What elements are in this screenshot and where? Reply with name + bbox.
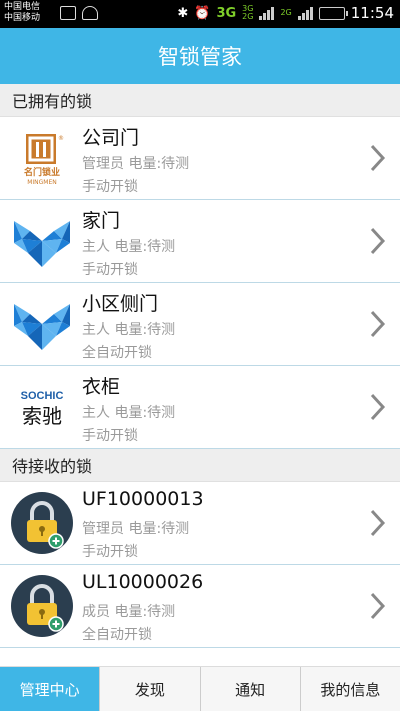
lock-name: UL10000026	[82, 571, 204, 593]
sochic-logo-icon: SOCHIC 索驰	[21, 390, 64, 428]
network-dual-label: 3G 2G	[242, 4, 254, 21]
padlock-add-icon	[11, 575, 73, 637]
mingmen-logo-cn: 名门锁业	[24, 166, 60, 178]
carrier-2: 中国移动	[4, 13, 41, 23]
owned-locks-label: 已拥有的锁	[12, 92, 93, 111]
chevron-right-icon	[370, 393, 386, 421]
lock-mode: 手动开锁	[82, 262, 138, 278]
signal-icon-1	[259, 6, 275, 20]
chevron-right-icon	[370, 227, 386, 255]
battery-icon	[318, 6, 348, 20]
lock-row-side-gate[interactable]: 小区侧门 主人 电量:待测 全自动开锁	[0, 283, 400, 366]
lock-mode: 手动开锁	[82, 179, 138, 195]
lock-row-company-door[interactable]: ® 名门锁业 MINGMEN 公司门 管理员 电量:待测 手动开锁	[0, 117, 400, 200]
carrier-labels: 中国电信 中国移动	[4, 2, 40, 24]
owned-locks-header: 已拥有的锁	[0, 84, 400, 117]
lock-meta: 管理员 电量:待测	[82, 156, 190, 172]
network-2g-label: 2G	[280, 8, 292, 17]
alarm-icon: ⏰	[194, 5, 211, 21]
clock: 11:54	[350, 4, 394, 22]
status-right: ✱ ⏰ 3G 3G 2G 2G 11:54	[177, 4, 394, 22]
pending-lock-row-ul10000026[interactable]: UL10000026 成员 电量:待测 全自动开锁	[0, 565, 400, 648]
lock-name: 家门	[82, 210, 121, 232]
title-bar: 智锁管家	[0, 28, 400, 84]
pending-locks-label: 待接收的锁	[12, 457, 93, 476]
chevron-right-icon	[370, 310, 386, 338]
mingmen-logo-icon: ® 名门锁业 MINGMEN	[24, 134, 64, 186]
status-bar: 中国电信 中国移动 ✱ ⏰ 3G 3G 2G 2G 11:54	[0, 0, 400, 28]
lock-meta: 主人 电量:待测	[82, 405, 176, 421]
carrier-1: 中国电信	[4, 2, 41, 12]
padlock-add-icon	[11, 492, 73, 554]
chevron-right-icon	[370, 144, 386, 172]
tab-management-center[interactable]: 管理中心	[0, 667, 100, 711]
lock-row-home-door[interactable]: 家门 主人 电量:待测 手动开锁	[0, 200, 400, 283]
image-notification-icon	[60, 6, 76, 20]
android-notification-icon	[82, 6, 98, 20]
bluetooth-icon: ✱	[177, 5, 189, 21]
page-title: 智锁管家	[158, 45, 242, 69]
lock-name: UF10000013	[82, 488, 204, 510]
lock-mode: 手动开锁	[82, 428, 138, 444]
pending-locks-header: 待接收的锁	[0, 449, 400, 482]
svg-text:®: ®	[58, 135, 64, 142]
lock-row-wardrobe[interactable]: SOCHIC 索驰 衣柜 主人 电量:待测 手动开锁	[0, 366, 400, 449]
lock-meta: 主人 电量:待测	[82, 239, 176, 255]
pending-lock-row-uf10000013[interactable]: UF10000013 管理员 电量:待测 手动开锁	[0, 482, 400, 565]
lock-meta: 主人 电量:待测	[82, 322, 176, 338]
tab-discover[interactable]: 发现	[99, 667, 199, 711]
bottom-nav: 管理中心 发现 通知 我的信息	[0, 666, 400, 711]
tab-notifications[interactable]: 通知	[199, 667, 300, 711]
lock-name: 公司门	[82, 127, 140, 149]
notification-icons	[60, 6, 98, 20]
sochic-logo-en: SOCHIC	[21, 390, 64, 402]
blue-triangle-logo-icon	[14, 304, 70, 350]
blue-triangle-logo-icon	[14, 221, 70, 267]
signal-icon-2	[297, 6, 313, 20]
lock-name: 小区侧门	[82, 293, 159, 315]
mingmen-logo-en: MINGMEN	[27, 179, 57, 186]
network-3g-label: 3G	[216, 5, 237, 21]
lock-mode: 手动开锁	[82, 544, 138, 560]
tab-my-info[interactable]: 我的信息	[299, 667, 400, 711]
lock-mode: 全自动开锁	[82, 345, 152, 361]
lock-meta: 成员 电量:待测	[82, 604, 176, 620]
lock-meta: 管理员 电量:待测	[82, 521, 190, 537]
sochic-logo-cn: 索驰	[22, 404, 62, 428]
chevron-right-icon	[370, 509, 386, 537]
chevron-right-icon	[370, 592, 386, 620]
lock-mode: 全自动开锁	[82, 627, 152, 643]
lock-name: 衣柜	[82, 376, 121, 398]
